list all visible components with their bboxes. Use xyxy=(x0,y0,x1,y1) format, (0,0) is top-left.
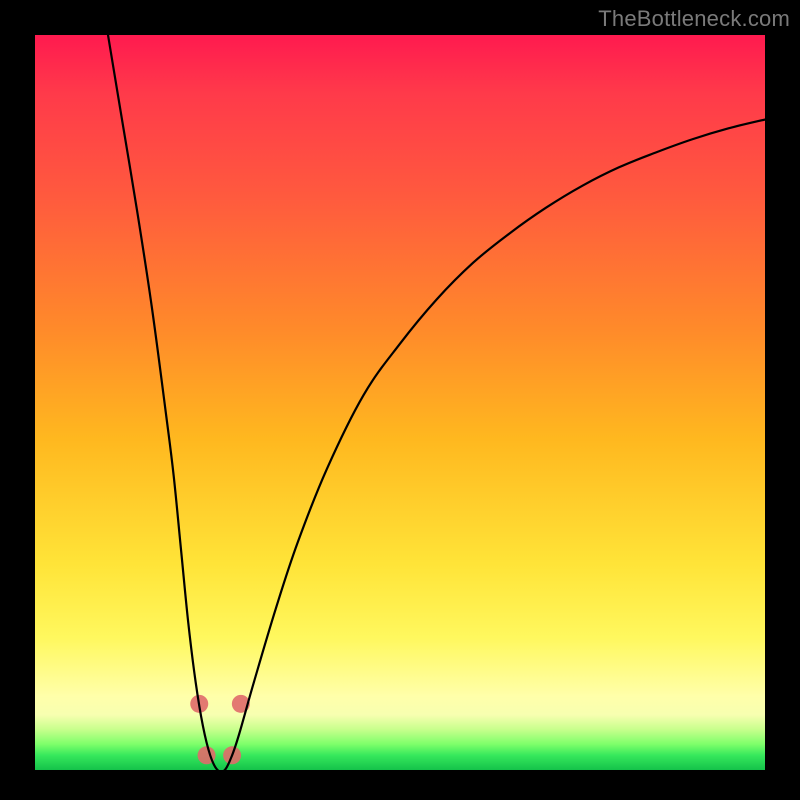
watermark-text: TheBottleneck.com xyxy=(598,6,790,32)
plot-area xyxy=(35,35,765,770)
curve-svg xyxy=(35,35,765,770)
bottleneck-curve xyxy=(108,35,765,772)
chart-frame: TheBottleneck.com xyxy=(0,0,800,800)
